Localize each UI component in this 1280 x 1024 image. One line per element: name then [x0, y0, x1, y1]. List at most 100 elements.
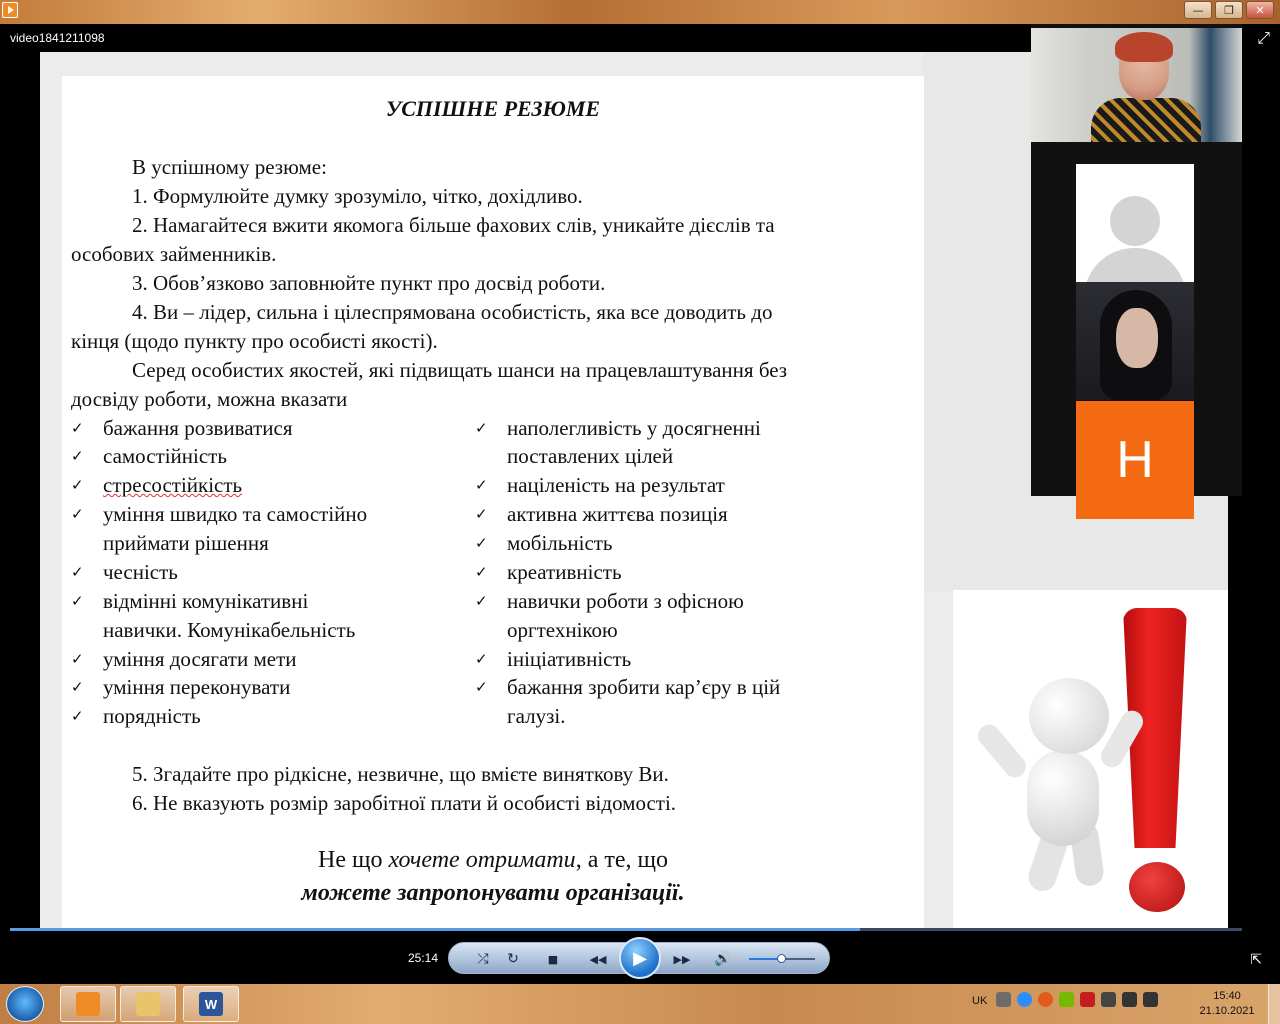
checkmark-icon: ✓ [71, 563, 84, 581]
slide-paragraph: досвіду роботи, можна вказати [71, 387, 348, 411]
slide-point-6: 6. Не вказують розмір заробітної плати й… [132, 791, 677, 815]
checkmark-icon: ✓ [71, 678, 84, 696]
slide-paragraph: 4. Ви – лідер, сильна і цілеспрямована о… [132, 300, 773, 324]
flag-icon[interactable] [1101, 992, 1116, 1007]
taskbar-clock[interactable]: 15:40 21.10.2021 [1192, 989, 1262, 1019]
seek-bar-progress [10, 928, 861, 931]
participant-video-teacher[interactable] [1031, 28, 1242, 142]
keyboard-icon[interactable] [996, 992, 1011, 1007]
list-item-text: бажання зробити кар’єру в цій [507, 675, 781, 699]
list-item-text: приймати рішення [103, 531, 269, 555]
slide-paragraph: В успішному резюме: [132, 155, 327, 179]
seek-bar[interactable] [10, 928, 1242, 931]
stop-button[interactable]: ■ [543, 949, 563, 969]
list-item-text: стресостійкість [103, 473, 243, 497]
slide-point-5: 5. Згадайте про рідкісне, незвичне, що в… [132, 762, 669, 786]
volume-slider-handle[interactable] [776, 954, 786, 963]
slide-paragraph: 2. Намагайтеся вжити якомога більше фахо… [132, 213, 775, 237]
rewind-button[interactable]: ◀◀ [583, 949, 613, 969]
playback-controls: ⤮ ↻ ■ ◀◀ ▶ ▶▶ 🔊 [448, 937, 830, 979]
minimize-button[interactable]: — [1184, 1, 1212, 19]
list-item-text: уміння досягати мети [103, 647, 297, 671]
list-item-text: чесність [103, 560, 178, 584]
folder-icon [136, 992, 160, 1016]
media-player-icon [76, 992, 100, 1016]
speaker-icon[interactable] [1143, 992, 1158, 1007]
volume-level [749, 958, 781, 960]
nvidia-icon[interactable] [1059, 992, 1074, 1007]
list-item-text: мобільність [507, 531, 613, 555]
slide-paragraph: 3. Обов’язково заповнюйте пункт про досв… [132, 271, 606, 295]
exclamation-dot [1129, 862, 1185, 912]
slide-paragraph: Серед особистих якостей, які підвищать ш… [132, 358, 788, 382]
checkmark-icon: ✓ [71, 592, 84, 610]
checkmark-icon: ✓ [475, 563, 488, 581]
word-icon: W [199, 992, 223, 1016]
network-icon[interactable] [1122, 992, 1137, 1007]
play-button[interactable]: ▶ [619, 937, 661, 979]
repeat-icon[interactable]: ↻ [503, 949, 523, 969]
language-indicator[interactable]: UK [972, 995, 987, 1007]
list-item-text: активна життєва позиція [507, 502, 728, 526]
fullscreen-icon[interactable]: ⤢ [1257, 30, 1270, 48]
checkmark-icon: ✓ [71, 419, 84, 437]
volume-icon[interactable]: 🔊 [713, 949, 733, 969]
checkmark-icon: ✓ [71, 476, 84, 494]
slide-paragraph: кінця (щодо пункту про особисті якості). [71, 329, 438, 353]
desktop-background-strip: — ❐ ✕ [0, 0, 1280, 24]
start-button[interactable] [6, 986, 44, 1022]
zoom-icon[interactable] [1017, 992, 1032, 1007]
media-player-app-icon[interactable] [2, 2, 18, 18]
list-item-text: поставлених цілей [507, 444, 674, 468]
elapsed-time: 25:14 [408, 951, 439, 965]
clock-time: 15:40 [1213, 990, 1241, 1002]
fast-forward-button[interactable]: ▶▶ [667, 949, 697, 969]
list-item-text: креативність [507, 560, 622, 584]
show-desktop-button[interactable] [1268, 984, 1280, 1024]
taskbar-word[interactable]: W [183, 986, 239, 1022]
participant-default-avatar[interactable] [1076, 164, 1194, 282]
list-item-text: навички роботи з офісною [507, 589, 744, 613]
switch-to-library-icon[interactable]: ⇱ [1250, 951, 1262, 968]
checkmark-icon: ✓ [475, 476, 488, 494]
taskbar-explorer[interactable] [120, 986, 176, 1022]
slide-paragraph: особових займенників. [71, 242, 277, 266]
slide-page: УСПІШНЕ РЕЗЮМЕ В успішному резюме: 1. Фо… [62, 76, 924, 928]
video-file-title: video1841211098 [10, 31, 105, 45]
checkmark-icon: ✓ [475, 650, 488, 668]
slide-paragraph: 1. Формулюйте думку зрозуміло, чітко, до… [132, 184, 583, 208]
taskbar-media-player[interactable] [60, 986, 116, 1022]
shuffle-icon[interactable]: ⤮ [473, 949, 493, 969]
security-icon[interactable] [1080, 992, 1095, 1007]
quote-text: Не що [318, 847, 389, 873]
slide-quote-line-2: можете запропонувати організації. [301, 880, 685, 906]
teacher-body [1091, 98, 1201, 142]
list-item-text: самостійність [103, 444, 227, 468]
avatar-body-icon [1084, 248, 1186, 282]
checkmark-icon: ✓ [71, 505, 84, 523]
window-controls: — ❐ ✕ [1181, 1, 1274, 19]
maximize-button[interactable]: ❐ [1215, 1, 1243, 19]
participant-letter-avatar[interactable]: Н [1076, 401, 1194, 519]
participant-photo[interactable] [1076, 282, 1194, 400]
quote-emphasis: хочете отримати [388, 847, 576, 873]
figure-head [1029, 678, 1109, 754]
avatar-head-icon [1110, 196, 1160, 246]
avast-icon[interactable] [1038, 992, 1053, 1007]
list-item-text: наполегливість у досягненні [507, 416, 761, 440]
list-item-text: бажання розвиватися [103, 416, 293, 440]
figure-body [1027, 750, 1099, 846]
list-item-text: ініціативність [507, 647, 632, 671]
volume-slider[interactable] [749, 954, 815, 963]
figure-arm [973, 720, 1031, 782]
exclamation-illustration [953, 590, 1228, 928]
close-button[interactable]: ✕ [1246, 1, 1274, 19]
slide-title: УСПІШНЕ РЕЗЮМЕ [385, 96, 601, 121]
slide-quote-line-1: Не що хочете отримати, а те, що [62, 847, 924, 874]
system-tray [996, 992, 1158, 1007]
video-participants-panel: Н [1031, 24, 1242, 519]
list-item-text: навички. Комунікабельність [103, 618, 356, 642]
list-item-text: оргтехнікою [507, 618, 618, 642]
checkmark-icon: ✓ [71, 447, 84, 465]
list-item-text: відмінні комунікативні [103, 589, 309, 613]
